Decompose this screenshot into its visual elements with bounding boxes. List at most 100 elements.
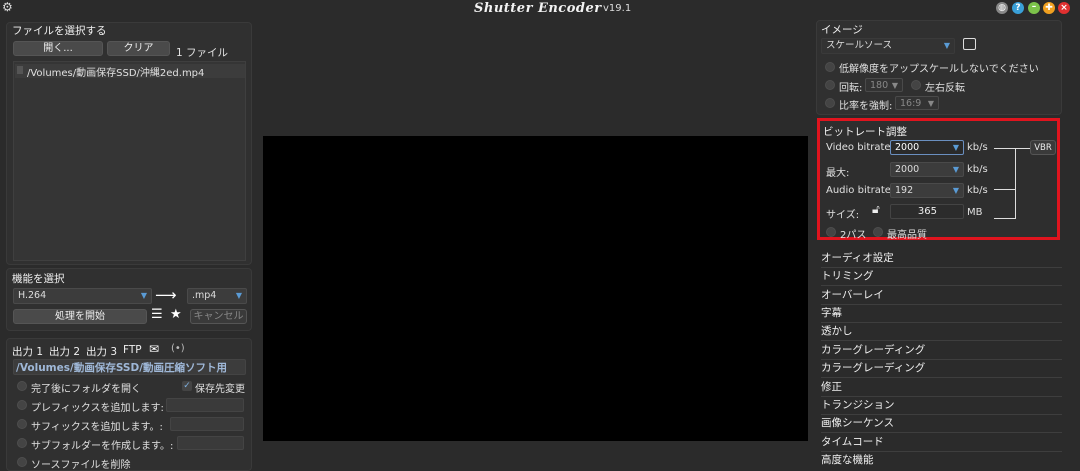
vbr-button[interactable]: VBR — [1030, 140, 1056, 155]
output-path-field[interactable]: /Volumes/動画保存SSD/動画圧縮ソフト用 — [13, 359, 246, 375]
tab-output-1[interactable]: 出力 1 — [12, 344, 43, 359]
delete-source-label: ソースファイルを削除 — [31, 460, 131, 471]
file-list[interactable]: /Volumes/動画保存SSD/沖縄2ed.mp4 — [13, 61, 246, 261]
section-transitions[interactable]: トランジション — [821, 398, 1062, 415]
star-icon[interactable]: ★ — [170, 307, 182, 322]
image-panel: イメージ スケールソース ▼ 低解像度をアップスケールしないでください 回転: 1… — [816, 20, 1062, 115]
best-quality-label: 最高品質 — [887, 230, 927, 241]
delete-source-radio[interactable] — [17, 457, 27, 467]
max-bitrate-label: 最大: — [826, 168, 850, 179]
max-bitrate-value: 2000 — [895, 164, 920, 175]
globe-icon[interactable]: ◍ — [996, 2, 1008, 14]
arrow-right-icon: ⟶ — [155, 286, 177, 304]
file-section-title: ファイルを選択する — [12, 25, 107, 37]
flip-radio[interactable] — [911, 80, 921, 90]
save-dest-label: 保存先変更 — [195, 384, 245, 395]
two-pass-label: 2パス — [840, 230, 867, 241]
section-image-sequence[interactable]: 画像シーケンス — [821, 416, 1062, 433]
section-trim[interactable]: トリミング — [821, 269, 1062, 286]
video-bitrate-select[interactable]: 2000 ▼ — [890, 140, 964, 155]
crop-icon[interactable] — [963, 38, 976, 50]
size-field[interactable]: 365 — [890, 204, 964, 219]
size-label: サイズ: — [826, 210, 860, 221]
video-unit: kb/s — [967, 142, 988, 153]
function-section-title: 機能を選択 — [12, 273, 65, 285]
aspect-radio[interactable] — [825, 98, 835, 108]
two-pass-radio[interactable] — [826, 227, 836, 237]
max-bitrate-select[interactable]: 2000 ▼ — [890, 162, 964, 177]
section-color-grading-2[interactable]: カラーグレーディング — [821, 361, 1062, 378]
link-line-vbr — [1016, 148, 1030, 149]
app-version: v19.1 — [603, 3, 632, 14]
section-correction[interactable]: 修正 — [821, 380, 1062, 397]
section-color-grading[interactable]: カラーグレーディング — [821, 343, 1062, 360]
suffix-radio[interactable] — [17, 419, 27, 429]
scale-select[interactable]: スケールソース ▼ — [821, 38, 955, 54]
file-panel: ファイルを選択する 開く... クリア 1 ファイル /Volumes/動画保存… — [6, 22, 252, 265]
aspect-label: 比率を強制: — [839, 101, 893, 112]
open-folder-radio[interactable] — [17, 381, 27, 391]
gear-icon[interactable]: ⚙ — [2, 0, 13, 14]
container-select[interactable]: .mp4 ▼ — [187, 288, 247, 304]
subfolder-input[interactable] — [177, 436, 244, 450]
rotate-select[interactable]: 180 ▼ — [865, 78, 903, 92]
minimize-icon[interactable]: – — [1028, 2, 1040, 14]
chevron-down-icon: ▼ — [952, 143, 959, 152]
tab-output-3[interactable]: 出力 3 — [86, 344, 117, 359]
chevron-down-icon: ▼ — [140, 291, 147, 300]
mail-icon[interactable]: ✉ — [149, 342, 159, 356]
section-overlay[interactable]: オーバーレイ — [821, 288, 1062, 305]
chevron-down-icon: ▼ — [943, 41, 950, 50]
section-audio[interactable]: オーディオ設定 — [821, 251, 1062, 268]
size-value: 365 — [917, 206, 937, 217]
output-panel: 出力 1 出力 2 出力 3 FTP ✉ (•) /Volumes/動画保存SS… — [6, 338, 252, 471]
container-value: .mp4 — [192, 290, 217, 301]
bitrate-panel: ビットレート調整 Video bitrate: 2000 ▼ kb/s VBR 最… — [817, 118, 1060, 241]
app-title: Shutter Encoder — [474, 1, 602, 16]
help-icon[interactable]: ? — [1012, 2, 1024, 14]
file-path: /Volumes/動画保存SSD/沖縄2ed.mp4 — [27, 68, 205, 79]
tab-output-2[interactable]: 出力 2 — [49, 344, 80, 359]
subfolder-radio[interactable] — [17, 438, 27, 448]
cancel-button[interactable]: キャンセル — [190, 309, 247, 324]
rotate-radio[interactable] — [825, 80, 835, 90]
chevron-down-icon: ▼ — [927, 99, 934, 108]
close-icon[interactable]: × — [1058, 2, 1070, 14]
rotate-value: 180 — [870, 80, 889, 91]
section-advanced[interactable]: 高度な機能 — [821, 453, 1062, 470]
size-unit: MB — [967, 207, 983, 218]
no-upscale-radio[interactable] — [825, 62, 835, 72]
section-watermark[interactable]: 透かし — [821, 324, 1062, 341]
suffix-input[interactable] — [170, 417, 244, 431]
audio-bitrate-select[interactable]: 192 ▼ — [890, 183, 964, 198]
tab-ftp[interactable]: FTP — [123, 344, 142, 356]
codec-select[interactable]: H.264 ▼ — [13, 288, 152, 304]
bitrate-section-title: ビットレート調整 — [823, 126, 907, 138]
menu-icon[interactable]: ☰ — [151, 307, 163, 322]
scale-value: スケールソース — [826, 40, 893, 51]
best-quality-radio[interactable] — [873, 227, 883, 237]
codec-value: H.264 — [18, 290, 47, 301]
video-preview[interactable] — [263, 136, 808, 441]
link-bracket — [994, 148, 1016, 219]
prefix-radio[interactable] — [17, 400, 27, 410]
stream-icon[interactable]: (•) — [171, 343, 185, 354]
open-button[interactable]: 開く... — [13, 41, 103, 56]
audio-bitrate-value: 192 — [895, 185, 914, 196]
file-count: 1 ファイル — [176, 47, 229, 59]
list-item[interactable]: /Volumes/動画保存SSD/沖縄2ed.mp4 — [15, 64, 245, 79]
aspect-select[interactable]: 16:9 ▼ — [895, 96, 939, 110]
zoom-icon[interactable]: ✚ — [1043, 2, 1055, 14]
start-button[interactable]: 処理を開始 — [13, 309, 147, 324]
prefix-label: プレフィックスを追加します: — [31, 403, 164, 414]
open-folder-label: 完了後にフォルダを開く — [31, 384, 141, 395]
no-upscale-label: 低解像度をアップスケールしないでください — [839, 64, 1039, 75]
max-unit: kb/s — [967, 164, 988, 175]
clear-button[interactable]: クリア — [107, 41, 170, 56]
save-dest-checkbox[interactable]: ✓ — [182, 381, 192, 391]
section-timecode[interactable]: タイムコード — [821, 435, 1062, 452]
prefix-input[interactable] — [166, 398, 244, 412]
lock-icon[interactable]: 🔓︎ — [872, 202, 880, 217]
section-subtitles[interactable]: 字幕 — [821, 306, 1062, 323]
flip-label: 左右反転 — [925, 83, 965, 94]
